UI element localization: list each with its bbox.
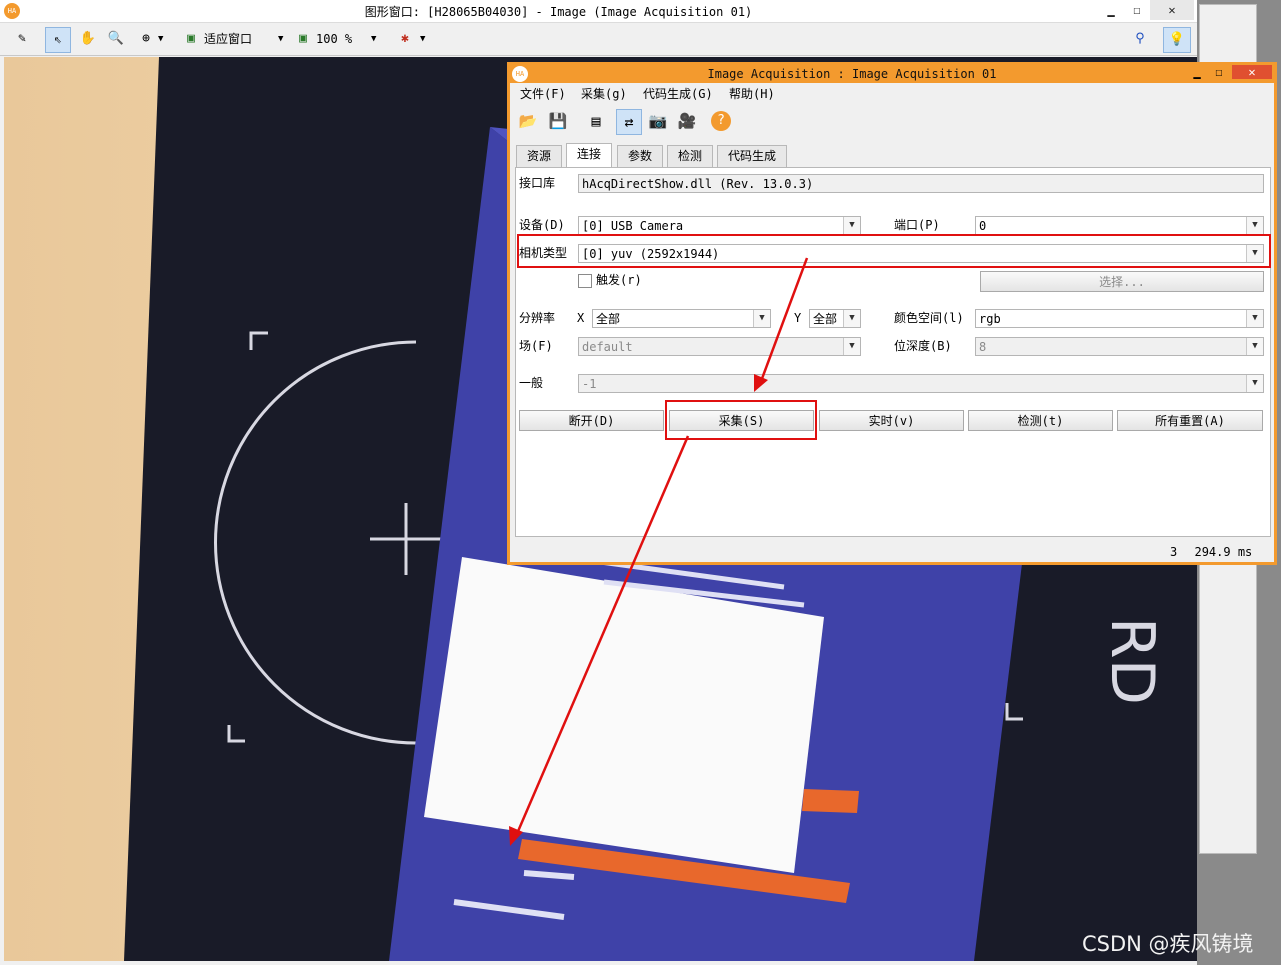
arrow-to-acquire-head xyxy=(754,374,768,392)
arrow-to-acquire xyxy=(758,257,809,385)
arrow-to-image-head xyxy=(509,826,523,846)
arrow-to-image xyxy=(514,435,690,837)
annotation-arrows xyxy=(509,257,809,846)
watermark: CSDN @疾风铸境 xyxy=(1082,932,1254,956)
